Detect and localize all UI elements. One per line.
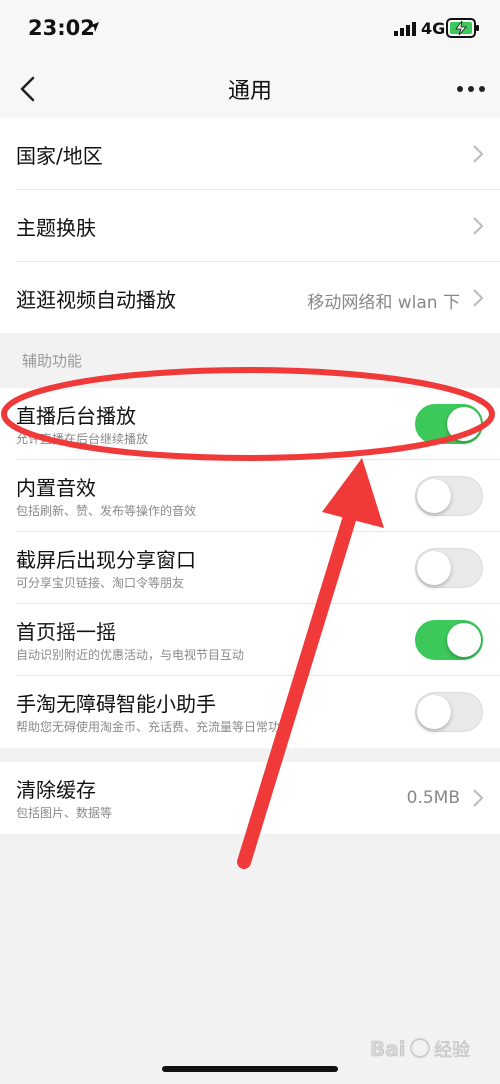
row-label: 截屏后出现分享窗口 xyxy=(16,548,196,572)
home-indicator[interactable] xyxy=(162,1066,338,1072)
baidu-jingyan-watermark-logo: Bai 经验 xyxy=(370,1037,471,1062)
row-country-region[interactable]: 国家/地区 xyxy=(0,118,500,190)
screenshot-share-toggle[interactable] xyxy=(415,548,483,588)
row-builtin-sound: 内置音效 包括刷新、赞、发布等操作的音效 xyxy=(0,460,500,532)
toggle-knob xyxy=(417,551,451,585)
row-home-shake: 首页摇一摇 自动识别附近的优惠活动，与电视节目互动 xyxy=(0,604,500,676)
svg-text:Bai: Bai xyxy=(370,1037,406,1061)
row-clear-cache[interactable]: 清除缓存 包括图片、数据等 0.5MB xyxy=(0,762,500,834)
row-label: 国家/地区 xyxy=(16,144,103,168)
location-arrow-icon xyxy=(89,22,99,32)
more-options-icon[interactable] xyxy=(456,82,486,96)
row-label: 首页摇一摇 xyxy=(16,620,116,644)
row-accessibility-assistant: 手淘无障碍智能小助手 帮助您无碍使用淘金币、充话费、充流量等日常功能 xyxy=(0,676,500,748)
row-live-background-play: 直播后台播放 允许直播在后台继续播放 xyxy=(0,388,500,460)
row-description: 自动识别附近的优惠活动，与电视节目互动 xyxy=(16,648,245,662)
toggle-knob xyxy=(447,623,481,657)
chevron-right-icon xyxy=(473,789,484,807)
row-description: 可分享宝贝链接、淘口令等朋友 xyxy=(16,576,185,590)
row-label: 直播后台播放 xyxy=(16,404,136,428)
row-label: 逛逛视频自动播放 xyxy=(16,288,176,312)
chevron-right-icon xyxy=(473,289,484,307)
status-time: 23:02 xyxy=(28,16,95,40)
row-description: 帮助您无碍使用淘金币、充话费、充流量等日常功能 xyxy=(16,720,293,734)
home-shake-toggle[interactable] xyxy=(415,620,483,660)
nav-bar: 通用 xyxy=(0,60,500,118)
row-label: 手淘无障碍智能小助手 xyxy=(16,692,216,716)
toggle-knob xyxy=(417,479,451,513)
row-label: 清除缓存 xyxy=(16,778,96,802)
row-video-autoplay[interactable]: 逛逛视频自动播放 移动网络和 wlan 下 xyxy=(0,262,500,333)
network-type: 4G xyxy=(421,19,446,38)
general-settings-group: 国家/地区 主题换肤 逛逛视频自动播放 移动网络和 wlan 下 xyxy=(0,118,500,333)
row-theme-skin[interactable]: 主题换肤 xyxy=(0,190,500,262)
section-header-accessibility: 辅助功能 xyxy=(22,352,83,370)
row-description: 包括图片、数据等 xyxy=(16,806,113,820)
accessibility-settings-group: 直播后台播放 允许直播在后台继续播放 内置音效 包括刷新、赞、发布等操作的音效 … xyxy=(0,388,500,748)
row-label: 主题换肤 xyxy=(16,216,96,240)
chevron-right-icon xyxy=(473,217,484,235)
svg-text:经验: 经验 xyxy=(434,1040,470,1061)
battery-charging-icon xyxy=(446,18,479,38)
builtin-sound-toggle[interactable] xyxy=(415,476,483,516)
row-description: 包括刷新、赞、发布等操作的音效 xyxy=(16,504,197,518)
accessibility-assistant-toggle[interactable] xyxy=(415,692,483,732)
row-value: 移动网络和 wlan 下 xyxy=(307,293,460,313)
live-background-play-toggle[interactable] xyxy=(415,404,483,444)
row-screenshot-share: 截屏后出现分享窗口 可分享宝贝链接、淘口令等朋友 xyxy=(0,532,500,604)
toggle-knob xyxy=(447,407,481,441)
status-bar: 23:02 4G xyxy=(0,0,500,60)
page-title: 通用 xyxy=(227,79,272,104)
toggle-knob xyxy=(417,695,451,729)
signal-strength-icon xyxy=(394,22,416,36)
chevron-right-icon xyxy=(473,145,484,163)
row-description: 允许直播在后台继续播放 xyxy=(16,432,149,446)
row-label: 内置音效 xyxy=(16,476,96,500)
cache-size-value: 0.5MB xyxy=(406,788,460,808)
cache-group: 清除缓存 包括图片、数据等 0.5MB xyxy=(0,762,500,834)
